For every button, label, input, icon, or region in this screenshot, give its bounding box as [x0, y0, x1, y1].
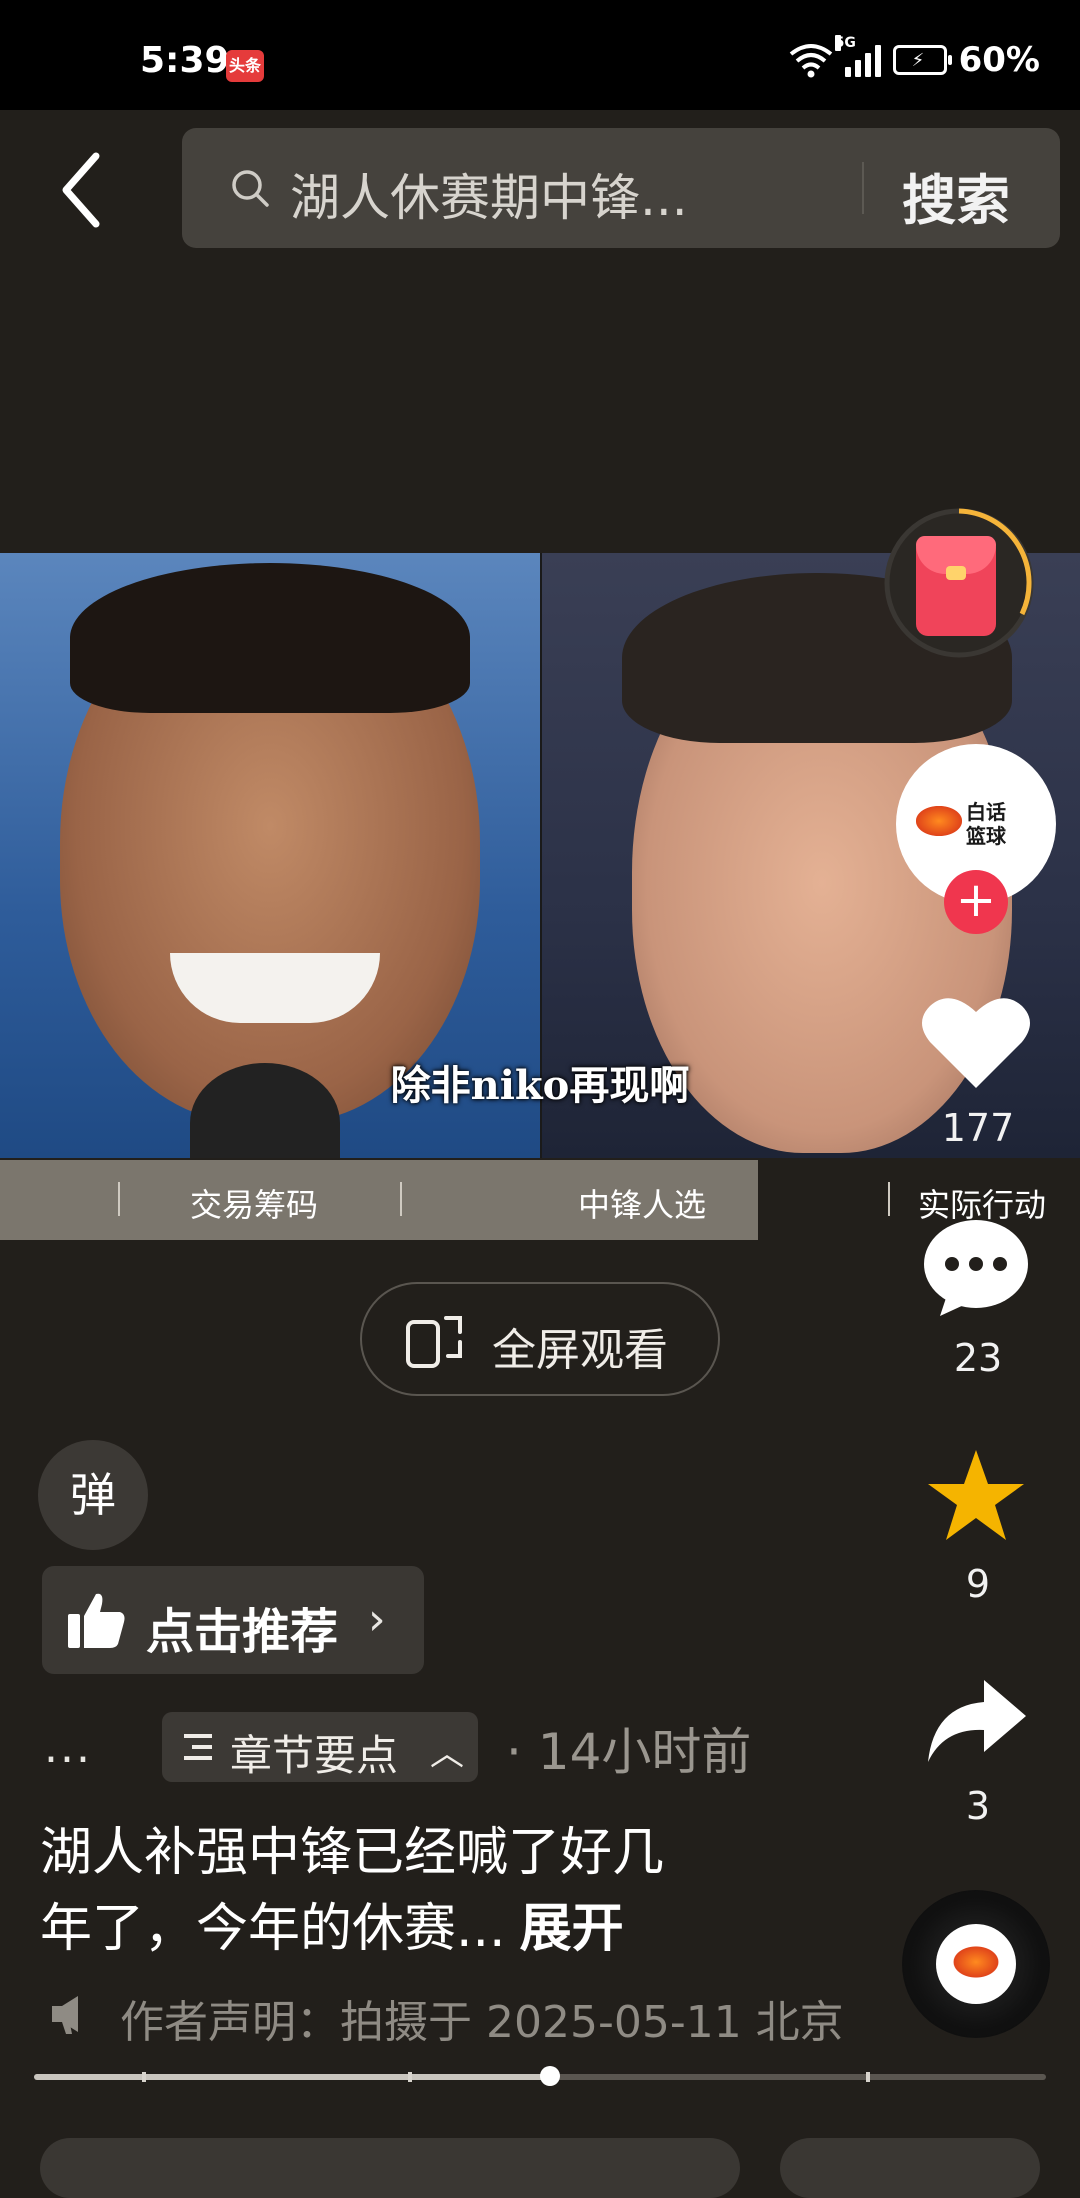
avatar-logo-line-2: 篮球	[966, 824, 1006, 848]
progress-tick	[408, 2072, 412, 2082]
disc-logo	[936, 1924, 1016, 2004]
chapter-item-1[interactable]: 交易筹码	[190, 1180, 318, 1226]
chevron-up-icon: ︿	[430, 1734, 464, 1774]
status-time: 5:39	[140, 40, 230, 81]
comment-input-bar[interactable]	[40, 2138, 740, 2198]
star-icon[interactable]	[924, 1446, 1028, 1546]
favorite-count: 9	[965, 1562, 991, 1606]
like-count: 177	[941, 1106, 1015, 1150]
signal-icon: 5G	[834, 35, 881, 77]
chapter-strip[interactable]: 交易筹码 中锋人选 实际行动	[0, 1160, 1080, 1240]
danmu-toggle[interactable]: 弹	[38, 1440, 148, 1550]
recommend-label: 点击推荐	[146, 1604, 339, 1660]
post-time: · 14小时前	[506, 1723, 752, 1781]
chapter-item-2[interactable]: 中锋人选	[578, 1180, 706, 1226]
chapter-points-button[interactable]: 章节要点 ︿	[162, 1712, 478, 1782]
chapter-tick	[888, 1182, 890, 1216]
chapter-tick	[400, 1182, 402, 1216]
chapter-points-label: 章节要点	[230, 1731, 399, 1780]
thumbs-up-icon	[68, 1593, 125, 1648]
search-divider	[862, 162, 864, 214]
disc-flame	[950, 1944, 1002, 1980]
progress-tick	[866, 2072, 870, 2082]
battery-icon: ⚡	[892, 45, 952, 75]
rotate-screen-icon	[406, 1316, 462, 1368]
avatar-logo-line-1: 白话	[966, 800, 1006, 824]
megaphone-icon	[52, 1996, 78, 2034]
expand-button[interactable]: 展开	[520, 1899, 624, 1959]
app-badge: 头条	[226, 50, 264, 82]
hair-left	[70, 563, 470, 713]
red-packet-icon[interactable]	[916, 536, 996, 636]
follow-button[interactable]: +	[944, 870, 1008, 934]
author-declaration: 作者声明：拍摄于 2025-05-11 北京	[120, 1997, 844, 2048]
progress-knob[interactable]	[540, 2066, 561, 2086]
bottom-action[interactable]	[780, 2138, 1040, 2198]
comment-icon[interactable]	[922, 1218, 1030, 1318]
progress-tick	[142, 2072, 146, 2082]
fullscreen-label: 全屏观看	[492, 1325, 668, 1376]
more-icon[interactable]: ...	[44, 1722, 92, 1773]
flame-icon	[916, 806, 962, 836]
chevron-right-icon: ›	[368, 1594, 386, 1645]
wifi-icon	[789, 44, 832, 78]
music-disc-icon[interactable]	[902, 1890, 1050, 2038]
back-icon[interactable]	[56, 150, 106, 230]
video-progress-bar[interactable]	[34, 2066, 1046, 2086]
search-input[interactable]: 湖人休赛期中锋...	[290, 158, 688, 230]
search-icon	[232, 170, 269, 207]
share-count: 3	[965, 1784, 991, 1828]
status-bar: 5:39 头条 5G ⚡ 60%	[0, 0, 1080, 110]
chapter-tick	[118, 1182, 120, 1216]
list-icon	[184, 1734, 212, 1760]
battery-level: 60%	[958, 40, 1040, 80]
fullscreen-button[interactable]: 全屏观看	[360, 1282, 720, 1396]
share-icon[interactable]	[924, 1676, 1030, 1766]
search-bar[interactable]: 湖人休赛期中锋... 搜索	[182, 128, 1060, 248]
video-subtitle: 除非niko再现啊	[390, 1062, 690, 1109]
network-type: 5G	[834, 35, 856, 51]
red-packet-seal	[946, 566, 966, 580]
caption-line-1: 湖人补强中锋已经喊了好几	[40, 1823, 665, 1883]
progress-fill	[34, 2074, 551, 2080]
video-caption[interactable]: 湖人补强中锋已经喊了好几 年了，今年的休赛... 展开	[40, 1815, 760, 1967]
recommend-button[interactable]: 点击推荐 ›	[42, 1566, 424, 1674]
caption-line-2: 年了，今年的休赛...	[40, 1899, 506, 1959]
search-button[interactable]: 搜索	[902, 156, 1010, 235]
heart-icon[interactable]	[920, 992, 1032, 1092]
comment-count: 23	[953, 1336, 1003, 1380]
avatar-logo-text: 白话 篮球	[966, 800, 1006, 848]
status-right: 5G ⚡ 60%	[789, 35, 1040, 80]
danmu-label: 弹	[70, 1468, 116, 1522]
